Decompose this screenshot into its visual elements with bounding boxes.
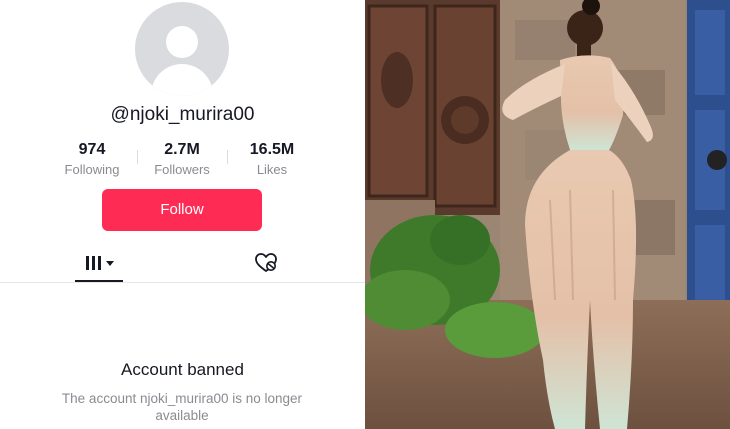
tab-videos[interactable] xyxy=(76,252,122,282)
videos-grid-icon xyxy=(86,256,102,270)
avatar-placeholder-head xyxy=(166,26,198,58)
profile-panel: @njoki_murira00 974 Following 2.7M Follo… xyxy=(0,0,365,429)
stat-followers-value: 2.7M xyxy=(164,141,200,158)
stat-followers-label: Followers xyxy=(154,162,210,177)
stat-likes-value: 16.5M xyxy=(249,141,295,158)
status-title: Account banned xyxy=(121,360,244,379)
status-message: The account njoki_murira00 is no longer … xyxy=(61,391,303,423)
stat-following-label: Following xyxy=(64,162,120,177)
stat-likes[interactable]: 16.5M Likes xyxy=(232,141,312,177)
chevron-down-icon xyxy=(106,261,114,266)
stat-followers[interactable]: 2.7M Followers xyxy=(142,141,222,177)
tab-divider xyxy=(0,282,365,283)
liked-heart-icon xyxy=(255,253,277,272)
photo-illustration xyxy=(365,0,730,429)
tab-liked[interactable] xyxy=(254,252,278,274)
stat-divider xyxy=(137,150,138,164)
stat-following[interactable]: 974 Following xyxy=(52,141,132,177)
follow-button[interactable]: Follow xyxy=(102,189,262,231)
stat-divider xyxy=(227,150,228,164)
stat-following-value: 974 xyxy=(78,141,106,158)
profile-photo xyxy=(365,0,730,429)
avatar[interactable] xyxy=(135,2,229,96)
stat-likes-label: Likes xyxy=(256,162,288,177)
avatar-placeholder-body xyxy=(151,64,213,96)
username: @njoki_murira00 xyxy=(110,104,255,125)
